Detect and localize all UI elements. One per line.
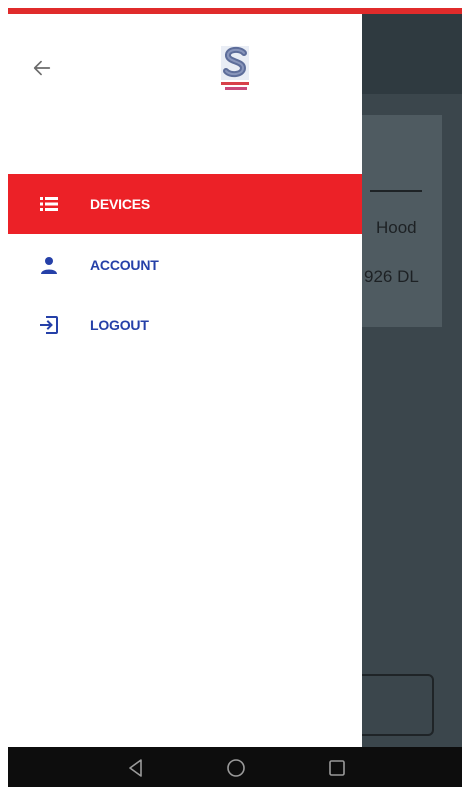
background-card-divider xyxy=(370,190,422,192)
list-icon xyxy=(40,197,58,211)
nav-home-icon xyxy=(227,759,245,777)
nav-recents-icon xyxy=(329,760,345,776)
person-icon xyxy=(41,257,57,274)
menu-item-devices-label: DEVICES xyxy=(90,196,151,212)
menu-item-logout-label: LOGOUT xyxy=(90,317,149,333)
nav-recents-button[interactable] xyxy=(324,755,350,781)
status-strip xyxy=(8,8,462,14)
logout-icon xyxy=(40,316,58,334)
nav-back-icon xyxy=(129,759,142,777)
app-logo-icon xyxy=(218,44,254,94)
menu-item-account-label: ACCOUNT xyxy=(90,257,159,273)
background-card-title: Hood xyxy=(376,218,417,237)
drawer-back-button[interactable] xyxy=(26,52,58,84)
menu-item-account[interactable]: ACCOUNT xyxy=(8,235,362,295)
arrow-left-icon xyxy=(33,60,51,76)
nav-home-button[interactable] xyxy=(223,755,249,781)
nav-back-button[interactable] xyxy=(123,755,149,781)
phone-screen: Hood 926 DL DEVICES ACCOUNT LOGOUT xyxy=(8,8,462,787)
menu-item-logout[interactable]: LOGOUT xyxy=(8,295,362,355)
navigation-drawer: DEVICES ACCOUNT LOGOUT xyxy=(8,14,362,747)
background-card-subtitle: 926 DL xyxy=(364,267,419,286)
system-navigation-bar xyxy=(8,747,462,787)
menu-item-devices[interactable]: DEVICES xyxy=(8,174,362,234)
